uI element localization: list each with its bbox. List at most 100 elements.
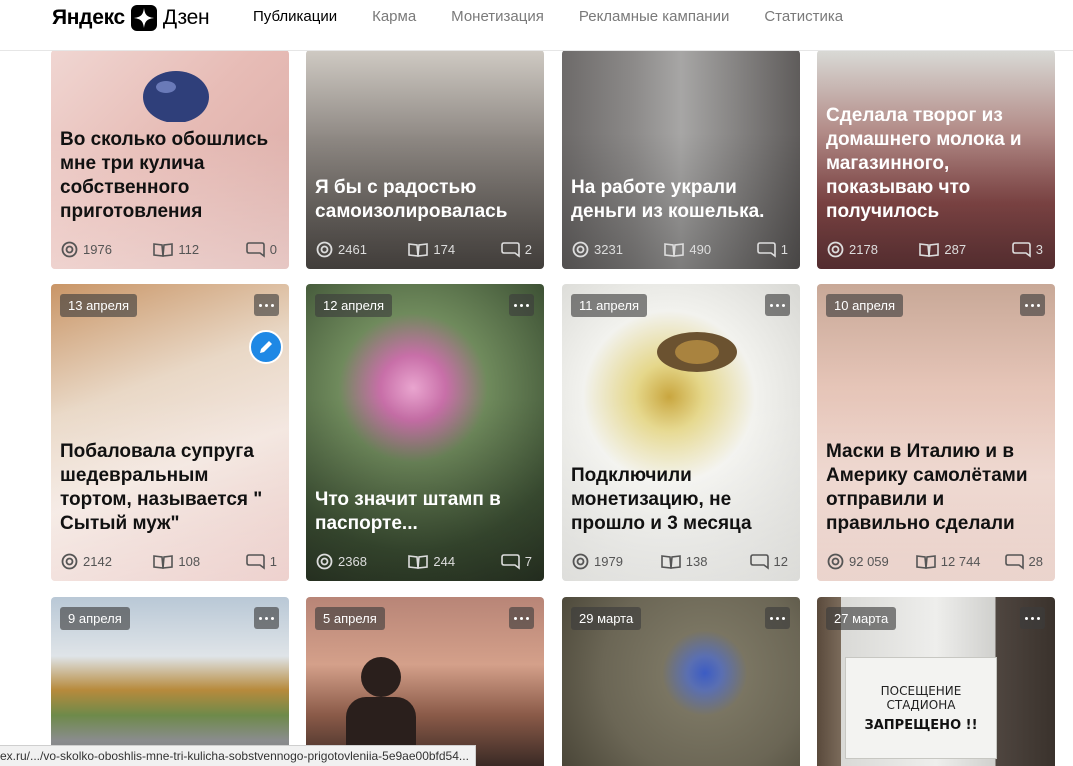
views-count: 2461 [338, 241, 367, 257]
comments-stat: 7 [500, 553, 533, 570]
nav-statistics[interactable]: Статистика [764, 8, 843, 25]
edit-button[interactable] [249, 330, 283, 364]
reads-count: 244 [433, 553, 456, 569]
views-icon [316, 553, 333, 569]
publish-date: 12 апреля [315, 294, 392, 317]
nav-karma[interactable]: Карма [372, 8, 416, 25]
card-title[interactable]: Маски в Италию и в Америку самолётами от… [826, 440, 1045, 536]
bee-image [657, 332, 737, 372]
views-count: 2178 [849, 241, 878, 257]
yandex-zen-logo[interactable]: Яндекс Дзен [52, 4, 210, 32]
publication-card[interactable]: 29 марта [562, 597, 800, 766]
views-count: 2142 [83, 553, 112, 569]
card-title[interactable]: Сделала творог из домашнего молока и маг… [826, 104, 1045, 224]
book-icon [153, 242, 174, 257]
link-status-bar: ex.ru/.../vo-skolko-oboshlis-mne-tri-kul… [0, 745, 476, 766]
comments-count: 3 [1035, 241, 1044, 257]
card-title[interactable]: Подключили монетизацию, не прошло и 3 ме… [571, 464, 790, 536]
publication-card[interactable]: 12 апреля Что значит штамп в паспорте...… [306, 284, 544, 581]
publish-date: 10 апреля [826, 294, 903, 317]
views-icon [827, 241, 844, 257]
publication-card[interactable]: 11 апреля Подключили монетизацию, не про… [562, 284, 800, 581]
card-title[interactable]: Что значит штамп в паспорте... [315, 488, 534, 536]
more-options-button[interactable] [1020, 607, 1045, 629]
reads-stat: 287 [919, 241, 1011, 258]
publish-date: 29 марта [571, 607, 642, 630]
views-icon [61, 241, 78, 257]
comments-stat: 2 [500, 241, 532, 258]
card-title[interactable]: Я бы с радостью самоизолировалась [315, 176, 534, 224]
card-stats: 1976 112 0 [61, 239, 277, 259]
sign-text-line2: ЗАПРЕЩЕНО !! [864, 718, 978, 733]
nav-ad-campaigns[interactable]: Рекламные кампании [579, 8, 729, 25]
comments-stat: 1 [756, 241, 788, 258]
publication-card[interactable]: На работе украли деньги из кошелька. 323… [562, 50, 800, 269]
comments-count: 1 [269, 553, 278, 569]
reads-stat: 490 [664, 241, 756, 258]
card-title[interactable]: На работе украли деньги из кошелька. [571, 176, 790, 224]
top-header: Яндекс Дзен Публикации Карма Монетизация… [0, 0, 1073, 51]
views-icon [827, 553, 844, 569]
comment-icon [749, 553, 769, 570]
more-options-button[interactable] [765, 607, 790, 629]
easter-egg-image [143, 71, 209, 122]
publish-date: 27 марта [826, 607, 897, 630]
card-stats: 2142 108 1 [61, 551, 277, 571]
book-icon [153, 554, 174, 569]
reads-count: 112 [178, 241, 200, 257]
card-stats: 2178 287 3 [827, 239, 1043, 259]
publication-card[interactable]: 9 апреля [51, 597, 289, 766]
reads-count: 490 [689, 241, 712, 257]
card-stats: 92 059 12 744 28 [827, 551, 1043, 571]
publish-date: 5 апреля [315, 607, 385, 630]
comments-count: 28 [1028, 553, 1043, 569]
reads-count: 108 [178, 553, 201, 569]
reads-stat: 12 744 [915, 553, 1005, 570]
reads-stat: 112 [153, 241, 245, 258]
more-options-button[interactable] [765, 294, 790, 316]
publication-card[interactable]: Я бы с радостью самоизолировалась 2461 1… [306, 50, 544, 269]
more-options-button[interactable] [509, 294, 534, 316]
publication-card[interactable]: 5 апреля [306, 597, 544, 766]
reads-stat: 174 [408, 241, 500, 258]
comment-icon [245, 553, 265, 570]
reads-count: 138 [685, 553, 708, 569]
comments-count: 7 [524, 553, 533, 569]
comment-icon [1011, 241, 1031, 258]
card-title[interactable]: Побаловала супруга шедевральным тортом, … [60, 440, 279, 536]
publish-date: 11 апреля [571, 294, 648, 317]
zen-logo-icon [130, 5, 157, 31]
views-count: 1979 [594, 553, 623, 569]
comments-stat: 0 [245, 241, 277, 258]
card-title[interactable]: Во сколько обошлись мне три кулича собст… [60, 128, 279, 224]
comment-icon [1004, 553, 1024, 570]
comments-stat: 1 [245, 553, 278, 570]
views-stat: 2461 [316, 241, 408, 258]
more-options-button[interactable] [254, 607, 279, 629]
sign-text-line1: ПОСЕЩЕНИЕ СТАДИОНА [880, 684, 962, 712]
reads-stat: 244 [408, 553, 500, 570]
publication-card[interactable]: 13 апреля Побаловала супруга шедевральны… [51, 284, 289, 581]
comments-count: 12 [773, 553, 788, 569]
publication-card[interactable]: 10 апреля Маски в Италию и в Америку сам… [817, 284, 1055, 581]
book-icon [660, 554, 681, 569]
card-stats: 1979 138 12 [572, 551, 788, 571]
publication-card[interactable]: ПОСЕЩЕНИЕ СТАДИОНА ЗАПРЕЩЕНО !! 27 марта [817, 597, 1055, 766]
nav-monetization[interactable]: Монетизация [451, 8, 544, 25]
more-options-button[interactable] [1020, 294, 1045, 316]
more-options-button[interactable] [254, 294, 279, 316]
more-options-button[interactable] [509, 607, 534, 629]
comments-stat: 12 [749, 553, 788, 570]
views-stat: 1979 [572, 553, 661, 570]
publication-card[interactable]: Во сколько обошлись мне три кулича собст… [51, 50, 289, 269]
views-count: 1976 [83, 241, 112, 257]
card-stats: 3231 490 1 [572, 239, 788, 259]
views-icon [572, 241, 589, 257]
reads-count: 174 [433, 241, 456, 257]
views-count: 2368 [338, 553, 367, 569]
publication-card[interactable]: Сделала творог из домашнего молока и маг… [817, 50, 1055, 269]
views-stat: 2368 [316, 553, 408, 570]
nav-publications[interactable]: Публикации [253, 8, 337, 25]
views-stat: 1976 [61, 241, 153, 258]
book-icon [408, 242, 429, 257]
